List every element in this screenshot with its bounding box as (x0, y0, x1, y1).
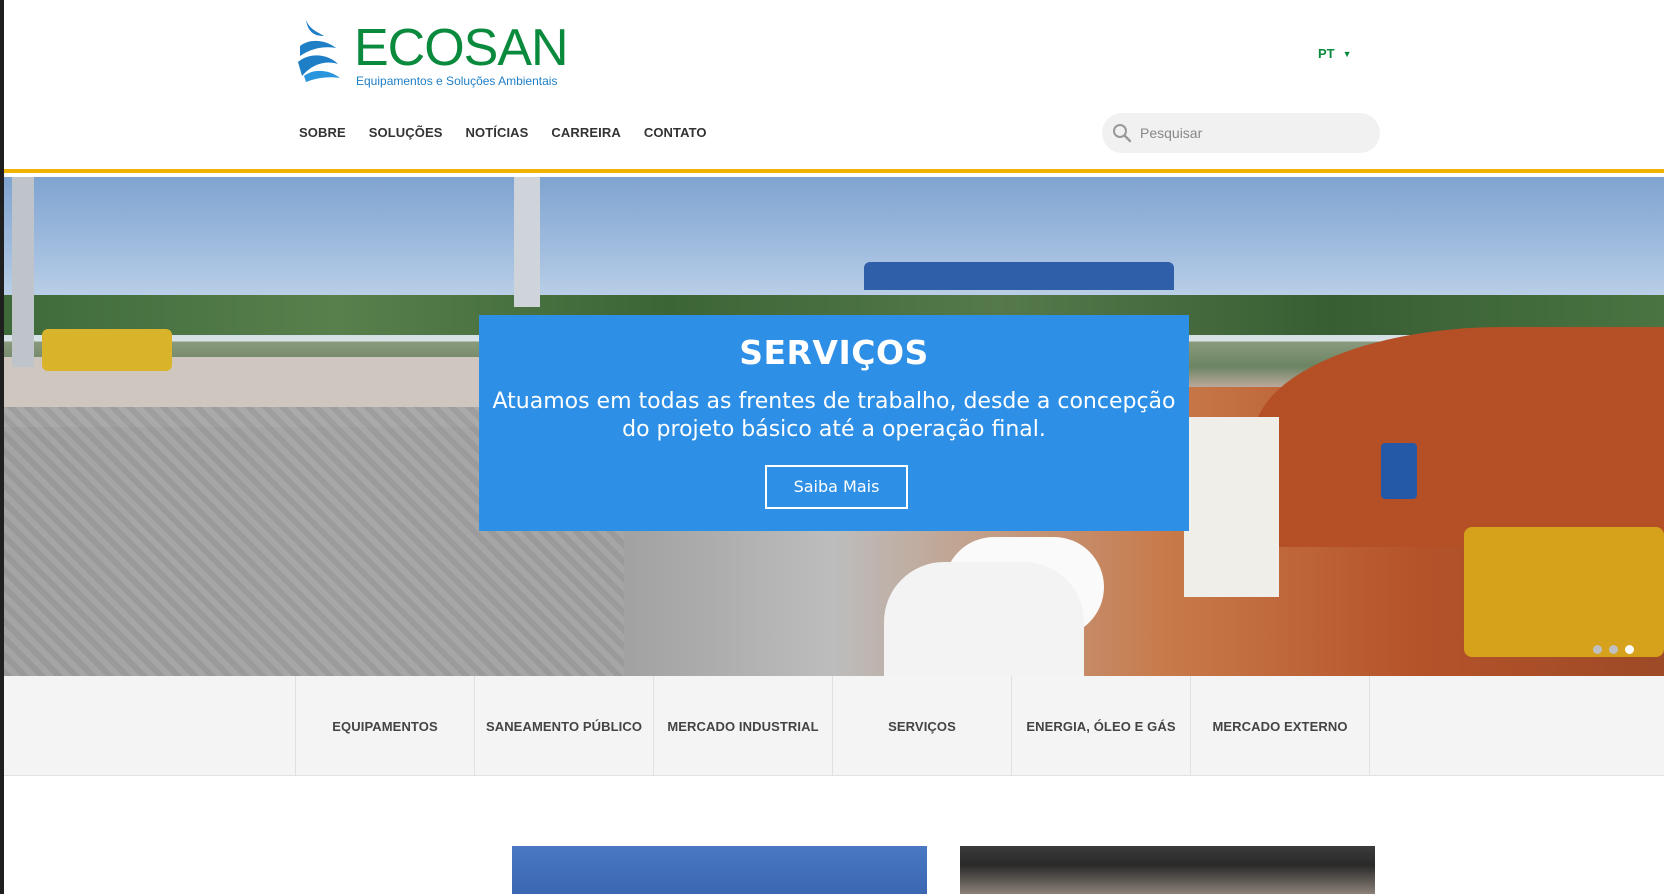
hero-title: SERVIÇOS (739, 333, 929, 372)
nav-item-carreira[interactable]: CARREIRA (551, 125, 620, 140)
hero-photo-tower (12, 177, 34, 367)
brand-tagline: Equipamentos e Soluções Ambientais (356, 74, 558, 88)
hero-caption: SERVIÇOS Atuamos em todas as frentes de … (479, 315, 1189, 531)
saiba-mais-button[interactable]: Saiba Mais (765, 465, 908, 509)
nav-item-solucoes[interactable]: SOLUÇÕES (369, 125, 443, 140)
category-energia-oleo-gas[interactable]: ENERGIA, ÓLEO E GÁS (1012, 676, 1191, 776)
hero-photo-building (1184, 417, 1279, 597)
nav-item-contato[interactable]: CONTATO (644, 125, 707, 140)
main-nav: SOBRE SOLUÇÕES NOTÍCIAS CARREIRA CONTATO (299, 125, 707, 140)
news-thumbnail[interactable] (512, 846, 927, 894)
language-label: PT (1318, 46, 1335, 61)
slider-dot[interactable] (1609, 645, 1618, 654)
nav-item-noticias[interactable]: NOTÍCIAS (466, 125, 529, 140)
hero-photo-hill (1254, 327, 1664, 547)
category-mercado-externo[interactable]: MERCADO EXTERNO (1191, 676, 1370, 776)
category-bar: EQUIPAMENTOS SANEAMENTO PÚBLICO MERCADO … (4, 676, 1664, 776)
category-servicos[interactable]: SERVIÇOS (833, 676, 1012, 776)
hero-photo-loader (1464, 527, 1664, 657)
hero-photo-truck (42, 329, 172, 371)
nav-item-sobre[interactable]: SOBRE (299, 125, 346, 140)
hero-text: Atuamos em todas as frentes de trabalho,… (492, 389, 1176, 442)
hero-photo-tower (514, 177, 540, 307)
hero-photo-tank (884, 562, 1084, 676)
category-saneamento-publico[interactable]: SANEAMENTO PÚBLICO (475, 676, 654, 776)
slider-dot[interactable] (1593, 645, 1602, 654)
site-header: ECOSAN Equipamentos e Soluções Ambientai… (4, 0, 1664, 173)
caret-down-icon: ▼ (1342, 49, 1352, 59)
search-box (1102, 113, 1380, 153)
category-equipamentos[interactable]: EQUIPAMENTOS (296, 676, 475, 776)
ecosan-logo[interactable]: ECOSAN Equipamentos e Soluções Ambientai… (296, 18, 569, 92)
category-mercado-industrial[interactable]: MERCADO INDUSTRIAL (654, 676, 833, 776)
search-icon[interactable] (1111, 122, 1133, 144)
brand-name: ECOSAN (354, 19, 569, 77)
language-selector[interactable]: PT ▼ (1318, 46, 1352, 61)
hero-slider: SERVIÇOS Atuamos em todas as frentes de … (4, 177, 1664, 676)
search-input[interactable] (1134, 113, 1370, 153)
slider-dots (1593, 645, 1634, 654)
hero-photo-toilet (1381, 443, 1417, 499)
news-thumbnail[interactable] (960, 846, 1375, 894)
hero-photo-canopy (864, 262, 1174, 290)
water-drop-logo-icon (298, 20, 340, 82)
slider-dot-active[interactable] (1625, 645, 1634, 654)
